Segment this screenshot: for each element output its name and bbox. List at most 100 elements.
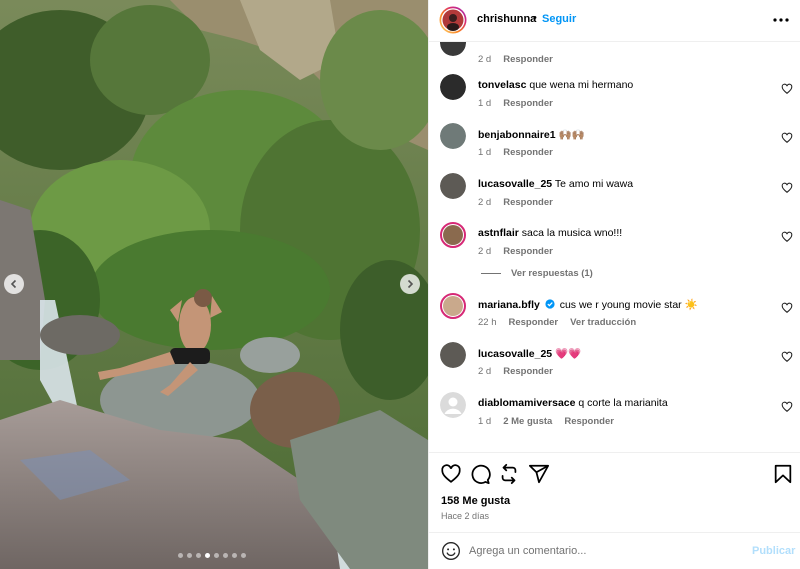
author-username[interactable]: chrishunna	[477, 13, 536, 25]
commenter-avatar[interactable]	[440, 222, 466, 248]
comment-item: diablomamiversace q corte la marianita 1 …	[429, 392, 800, 442]
comment-text-line: diablomamiversace q corte la marianita	[478, 397, 668, 409]
bookmark-icon[interactable]	[772, 463, 794, 485]
commenter-username[interactable]: lucasovalle_25	[478, 348, 552, 360]
comment-input[interactable]	[469, 541, 739, 561]
post-header: chrishunna • Seguir	[429, 0, 800, 42]
heart-icon[interactable]	[781, 132, 793, 144]
commenter-avatar[interactable]	[440, 392, 466, 418]
avatar-image	[443, 296, 463, 316]
heart-icon[interactable]	[440, 463, 462, 485]
avatar-image	[440, 342, 466, 368]
comment-meta: 1 d Responder	[478, 98, 565, 109]
comment-meta: 1 d Responder	[478, 147, 565, 158]
carousel-dot	[241, 553, 246, 558]
carousel-dot	[187, 553, 192, 558]
commenter-avatar[interactable]	[440, 123, 466, 149]
comment-time[interactable]: 2 d	[478, 366, 491, 377]
publish-button[interactable]: Publicar	[752, 545, 795, 557]
carousel-dot	[214, 553, 219, 558]
replies-divider	[481, 273, 501, 274]
heart-icon[interactable]	[781, 83, 793, 95]
comment-body: que wena mi hermano	[529, 79, 634, 91]
reply-button[interactable]: Responder	[503, 246, 553, 257]
comment-meta: 2 d Responder	[478, 54, 565, 65]
reply-button[interactable]: Responder	[509, 317, 559, 328]
author-avatar-image	[439, 6, 467, 34]
comment-time[interactable]: 1 d	[478, 416, 491, 427]
comment-time[interactable]: 22 h	[478, 317, 497, 328]
translate-button[interactable]: Ver traducción	[570, 317, 636, 328]
comment-text-line: benjabonnaire1 🙌🏽🙌🏽	[478, 128, 585, 141]
heart-icon[interactable]	[781, 231, 793, 243]
comment-meta: 2 d Responder	[478, 246, 565, 257]
more-horizontal-icon[interactable]	[771, 12, 791, 28]
comment-time[interactable]: 1 d	[478, 147, 491, 158]
repost-icon[interactable]	[498, 463, 520, 485]
comment-text-line: lucasovalle_25 Te amo mi wawa	[478, 178, 633, 190]
comment-item: mariana.bfly cus we r young movie star ☀…	[429, 293, 800, 343]
comment-body: q corte la marianita	[578, 397, 668, 409]
avatar-image	[443, 225, 463, 245]
reply-button[interactable]: Responder	[564, 416, 614, 427]
carousel-dot	[196, 553, 201, 558]
commenter-username[interactable]: mariana.bfly	[478, 299, 540, 311]
comment-body: 🙌🏽🙌🏽	[558, 129, 585, 141]
commenter-username[interactable]: diablomamiversace	[478, 397, 575, 409]
carousel-indicator	[178, 553, 246, 558]
author-avatar[interactable]	[439, 6, 467, 39]
carousel-dot	[223, 553, 228, 558]
comment-icon[interactable]	[469, 463, 491, 485]
comment-text-line: astnflair saca la musica wno!!!	[478, 227, 622, 239]
emoji-icon[interactable]	[441, 541, 461, 561]
heart-icon[interactable]	[781, 182, 793, 194]
comment-meta: 22 h Responder Ver traducción	[478, 317, 648, 328]
reply-button[interactable]: Responder	[503, 197, 553, 208]
comment-body: cus we r young movie star ☀️	[559, 299, 698, 311]
comment-meta: 2 d Responder	[478, 366, 565, 377]
send-icon[interactable]	[528, 463, 550, 485]
heart-icon[interactable]	[781, 302, 793, 314]
previous-image-button[interactable]	[4, 274, 24, 294]
commenter-username[interactable]: lucasovalle_25	[478, 178, 552, 190]
reply-button[interactable]: Responder	[503, 366, 553, 377]
header-separator: •	[533, 12, 537, 24]
commenter-username[interactable]: tonvelasc	[478, 79, 526, 91]
carousel-dot	[178, 553, 183, 558]
post-actions: 158 Me gusta Hace 2 días	[429, 452, 800, 532]
comment-text-line: lucasovalle_25 💗💗	[478, 347, 581, 360]
commenter-username[interactable]: benjabonnaire1	[478, 129, 556, 141]
next-image-button[interactable]	[400, 274, 420, 294]
comment-time[interactable]: 2 d	[478, 197, 491, 208]
commenter-avatar[interactable]	[440, 173, 466, 199]
comment-item: benjabonnaire1 🙌🏽🙌🏽 1 d Responder	[429, 123, 800, 173]
comment-item: lucasovalle_25 Te amo mi wawa 2 d Responde…	[429, 173, 800, 223]
heart-icon[interactable]	[781, 401, 793, 413]
comment-time[interactable]: 2 d	[478, 54, 491, 65]
commenter-avatar[interactable]	[440, 74, 466, 100]
avatar-image	[440, 123, 466, 149]
follow-button[interactable]: Seguir	[542, 13, 576, 25]
likes-count[interactable]: 158 Me gusta	[441, 495, 510, 507]
chevron-left-icon	[10, 279, 17, 289]
carousel-dot	[205, 553, 210, 558]
comment-likes[interactable]: 2 Me gusta	[503, 416, 552, 427]
commenter-avatar[interactable]	[440, 42, 466, 56]
post-timestamp[interactable]: Hace 2 días	[441, 511, 489, 521]
commenter-avatar[interactable]	[440, 293, 466, 319]
add-comment-bar: Publicar	[429, 532, 800, 569]
heart-icon[interactable]	[781, 351, 793, 363]
chevron-right-icon	[407, 279, 414, 289]
reply-button[interactable]: Responder	[503, 54, 553, 65]
comment-time[interactable]: 1 d	[478, 98, 491, 109]
post-photo[interactable]	[0, 0, 428, 569]
reply-button[interactable]: Responder	[503, 98, 553, 109]
comment-item: lucasovalle_25 💗💗 2 d Responder	[429, 342, 800, 392]
reply-button[interactable]: Responder	[503, 147, 553, 158]
commenter-username[interactable]: astnflair	[478, 227, 519, 239]
avatar-image	[440, 173, 466, 199]
comment-time[interactable]: 2 d	[478, 246, 491, 257]
comment-item: tonvelasc que wena mi hermano 1 d Responde…	[429, 74, 800, 124]
commenter-avatar[interactable]	[440, 342, 466, 368]
comments-list[interactable]: Ver respuestas (1) 2 d Responder tonvelasc…	[429, 42, 800, 452]
